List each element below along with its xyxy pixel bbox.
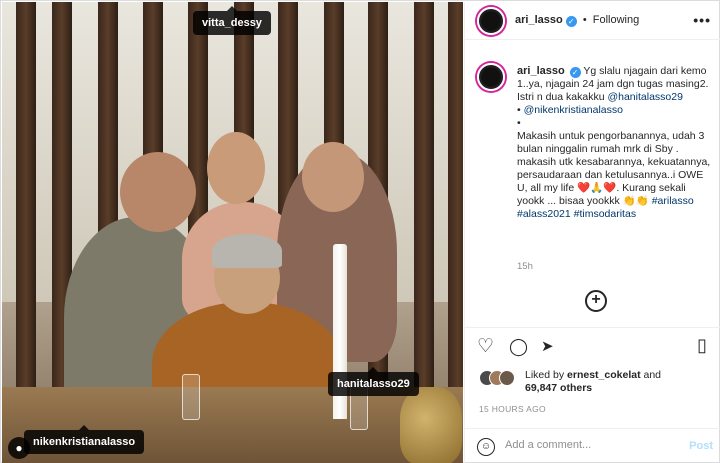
caption-avatar[interactable]: [477, 63, 505, 91]
caption-time: 15h: [517, 261, 533, 272]
caption-username[interactable]: ari_lasso: [517, 65, 565, 77]
liked-by-text[interactable]: Liked by ernest_cokelat and 69,847 other…: [525, 369, 715, 395]
person-icon[interactable]: ●: [8, 437, 30, 459]
post-date: 15 HOURS AGO: [479, 404, 546, 414]
action-bar: ♡ ◯ ➤ ▯: [465, 327, 720, 365]
post-photo[interactable]: vitta_dessy hanitalasso29 nikenkristiana…: [2, 2, 463, 463]
separator: •: [582, 14, 587, 26]
liker-avatars: [479, 370, 523, 388]
verified-icon: ✓: [569, 67, 581, 78]
bullet: •: [517, 104, 521, 116]
post-caption: ari_lasso ✓ Yg slalu njagain dari kemo 1…: [517, 65, 713, 221]
post-button[interactable]: Post: [689, 440, 713, 452]
following-button[interactable]: Following: [593, 14, 639, 26]
liked-by-and: and: [640, 369, 662, 381]
bookmark-icon[interactable]: ▯: [697, 336, 707, 354]
post-side-panel: ari_lasso ✓ • Following ••• ari_lasso ✓ …: [464, 2, 720, 463]
comment-input[interactable]: [505, 439, 675, 451]
avatar: [499, 370, 515, 386]
mention-link[interactable]: @nikenkristianalasso: [524, 104, 623, 116]
verified-icon: ✓: [565, 16, 577, 27]
photo-tag[interactable]: nikenkristianalasso: [24, 425, 145, 454]
gold-vase: [400, 387, 462, 463]
heart-icon[interactable]: ♡: [477, 337, 494, 356]
photo-tag[interactable]: hanitalasso29: [328, 367, 419, 396]
person-left-head: [120, 152, 196, 232]
post-modal: vitta_dessy hanitalasso29 nikenkristiana…: [0, 0, 720, 463]
avatar[interactable]: [477, 7, 505, 35]
comment-icon[interactable]: ◯: [509, 338, 528, 355]
post-header: ari_lasso ✓ • Following •••: [465, 2, 720, 40]
person-back-center-head: [207, 132, 265, 204]
mention-link[interactable]: @hanitalasso29: [607, 91, 682, 103]
liker-username[interactable]: ernest_cokelat: [567, 369, 641, 381]
emoji-icon[interactable]: ☺: [477, 438, 495, 456]
wine-glass: [182, 374, 200, 420]
comment-bar: ☺ Post: [465, 428, 720, 463]
load-more-comments-icon[interactable]: +: [585, 290, 607, 312]
bullet: •: [517, 117, 521, 129]
more-options-icon[interactable]: •••: [693, 12, 711, 28]
person-front-beanie: [212, 234, 282, 268]
header-username[interactable]: ari_lasso: [515, 14, 563, 26]
person-right-head: [302, 142, 364, 212]
photo-tag[interactable]: vitta_dessy: [193, 6, 271, 35]
liked-by-prefix: Liked by: [525, 369, 568, 381]
likes-count[interactable]: 69,847 others: [525, 382, 592, 394]
share-icon[interactable]: ➤: [541, 338, 554, 355]
